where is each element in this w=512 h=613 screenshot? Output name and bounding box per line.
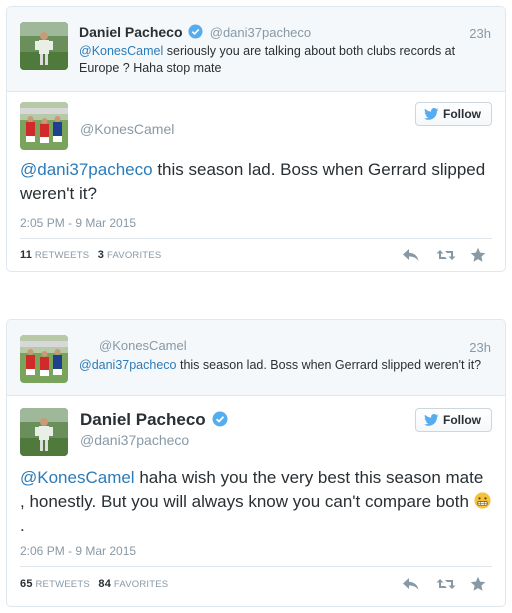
tweet-text: @dani37pacheco this season lad. Boss whe… bbox=[79, 357, 491, 374]
tweet-text: @dani37pacheco this season lad. Boss whe… bbox=[20, 158, 491, 206]
reply-icon[interactable] bbox=[402, 576, 420, 592]
mention-link[interactable]: @KonesCamel bbox=[79, 44, 163, 58]
avatar[interactable] bbox=[20, 102, 68, 150]
mention-link[interactable]: @dani37pacheco bbox=[20, 160, 153, 179]
avatar[interactable] bbox=[20, 22, 68, 70]
tweet-date[interactable]: 2:06 PM - 9 Mar 2015 bbox=[20, 544, 136, 558]
retweets-stat[interactable]: 11 RETWEETS bbox=[20, 249, 89, 261]
username[interactable]: @dani37pacheco bbox=[210, 25, 311, 40]
football-team-avatar-icon bbox=[20, 335, 68, 383]
username[interactable]: @KonesCamel bbox=[80, 121, 174, 137]
parent-tweet[interactable]: @KonesCamel 23h @dani37pacheco this seas… bbox=[7, 320, 505, 396]
display-name[interactable]: Daniel Pacheco bbox=[79, 24, 183, 40]
divider bbox=[20, 566, 492, 567]
avatar[interactable] bbox=[20, 335, 68, 383]
tweet-card-2: @KonesCamel 23h @dani37pacheco this seas… bbox=[6, 319, 506, 607]
parent-header: @KonesCamel bbox=[79, 338, 187, 353]
avatar[interactable] bbox=[20, 408, 68, 456]
verified-badge-icon bbox=[212, 411, 228, 427]
twitter-bird-icon bbox=[424, 414, 439, 426]
tweet-text: @KonesCamel seriously you are talking ab… bbox=[79, 43, 491, 77]
favorite-icon[interactable] bbox=[470, 576, 488, 592]
display-name[interactable]: Daniel Pacheco bbox=[80, 410, 206, 429]
timestamp[interactable]: 23h bbox=[469, 340, 491, 355]
follow-label: Follow bbox=[443, 413, 481, 427]
username[interactable]: @dani37pacheco bbox=[80, 432, 189, 448]
grimacing-face-emoji-icon bbox=[474, 492, 491, 509]
favorites-stat[interactable]: 3 FAVORITES bbox=[98, 249, 162, 261]
soccer-player-avatar-icon bbox=[20, 22, 68, 70]
divider bbox=[20, 238, 492, 239]
tweet-body: this season lad. Boss when Gerrard slipp… bbox=[176, 358, 482, 372]
parent-header: Daniel Pacheco @dani37pacheco bbox=[79, 24, 311, 40]
display-name-row: Daniel Pacheco bbox=[80, 410, 228, 430]
tweet-actions bbox=[402, 247, 488, 263]
favorites-stat[interactable]: 84 FAVORITES bbox=[98, 578, 168, 590]
tweet-stats: 65 RETWEETS 84 FAVORITES bbox=[20, 578, 168, 590]
tweet-date[interactable]: 2:05 PM - 9 Mar 2015 bbox=[20, 216, 136, 230]
mention-link[interactable]: @dani37pacheco bbox=[79, 358, 177, 372]
follow-button[interactable]: Follow bbox=[415, 102, 492, 126]
tweet-actions bbox=[402, 576, 488, 592]
follow-button[interactable]: Follow bbox=[415, 408, 492, 432]
retweet-icon[interactable] bbox=[436, 247, 456, 263]
soccer-player-avatar-icon bbox=[20, 408, 68, 456]
tweet-text: @KonesCamel haha wish you the very best … bbox=[20, 466, 491, 538]
follow-label: Follow bbox=[443, 107, 481, 121]
username[interactable]: @KonesCamel bbox=[99, 338, 187, 353]
favorite-icon[interactable] bbox=[470, 247, 488, 263]
parent-tweet[interactable]: Daniel Pacheco @dani37pacheco 23h @Kones… bbox=[7, 7, 505, 92]
main-tweet: Daniel Pacheco @dani37pacheco Follow @Ko… bbox=[7, 396, 505, 606]
twitter-bird-icon bbox=[424, 108, 439, 120]
retweets-stat[interactable]: 65 RETWEETS bbox=[20, 578, 90, 590]
main-tweet: @KonesCamel Follow @dani37pacheco this s… bbox=[7, 92, 505, 271]
retweet-icon[interactable] bbox=[436, 576, 456, 592]
tweet-stats: 11 RETWEETS 3 FAVORITES bbox=[20, 249, 161, 261]
football-team-avatar-icon bbox=[20, 102, 68, 150]
tweet-body-end: . bbox=[20, 516, 25, 535]
timestamp[interactable]: 23h bbox=[469, 26, 491, 41]
mention-link[interactable]: @KonesCamel bbox=[20, 468, 135, 487]
tweet-card-1: Daniel Pacheco @dani37pacheco 23h @Kones… bbox=[6, 6, 506, 272]
reply-icon[interactable] bbox=[402, 247, 420, 263]
verified-badge-icon bbox=[188, 24, 203, 39]
